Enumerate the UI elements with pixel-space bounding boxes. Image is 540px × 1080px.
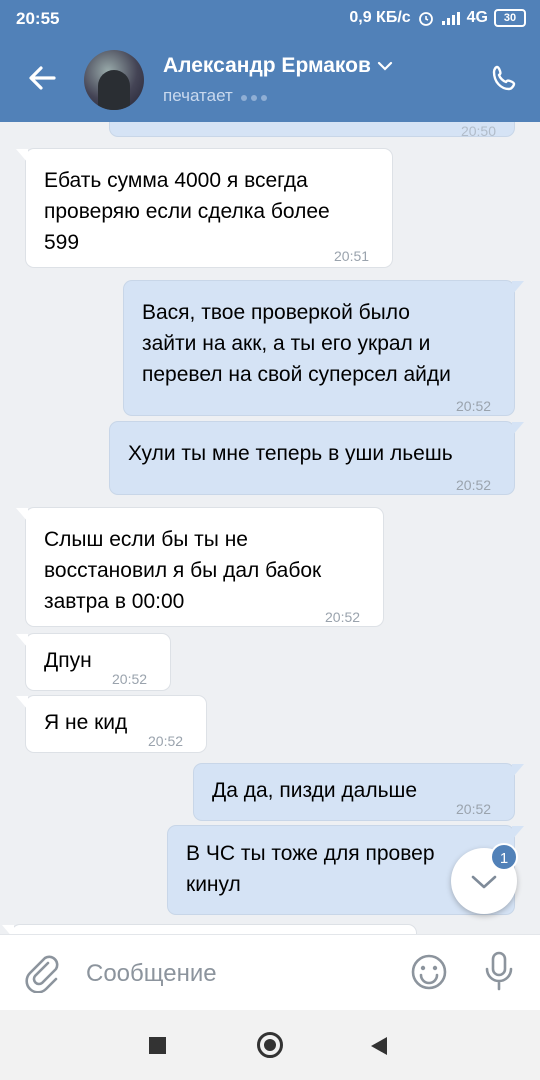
- typing-label: печатает: [163, 86, 233, 105]
- message-time: 20:52: [112, 671, 148, 687]
- contact-name: Александр Ермаков: [163, 54, 371, 77]
- chevron-down-icon: [471, 875, 497, 889]
- phone-icon[interactable]: [489, 64, 519, 94]
- message-bubble[interactable]: Хули ты мне теперь в уши льешь 20:52: [110, 422, 524, 494]
- typing-dots-icon: [240, 86, 271, 106]
- status-indicators: 0,9 КБ/с 4G 30: [349, 9, 526, 27]
- message-text: В ЧС ты тоже для провер кинул: [186, 842, 435, 896]
- message-time: 20:52: [456, 477, 492, 493]
- message-bubble[interactable]: Слыш если бы ты не восстановил я бы дал …: [16, 508, 383, 626]
- message-text: Слыш если бы ты не восстановил я бы дал …: [44, 528, 322, 613]
- chevron-down-icon: [377, 61, 393, 71]
- back-triangle-icon[interactable]: [371, 1037, 387, 1055]
- status-time: 20:55: [16, 9, 60, 28]
- message-time: 20:52: [148, 733, 184, 749]
- message-time: 20:52: [456, 398, 492, 414]
- message-text: Хули ты мне теперь в уши льешь: [128, 442, 453, 465]
- chat-header: 20:55 0,9 КБ/с 4G 30 Александр Ермаков п…: [0, 0, 540, 122]
- system-nav-bar: [0, 1010, 540, 1080]
- message-input[interactable]: [84, 953, 388, 995]
- message-text: Вася, твое проверкой было зайти на акк, …: [142, 301, 451, 386]
- battery-icon: 30: [494, 9, 526, 27]
- message-text: Дпун: [44, 649, 92, 672]
- smiley-icon[interactable]: [410, 953, 448, 991]
- message-bubble[interactable]: Дпун 20:52: [16, 634, 170, 690]
- composer-bar: [0, 934, 540, 1011]
- avatar[interactable]: [84, 50, 144, 110]
- network-speed: 0,9 КБ/с: [349, 9, 411, 26]
- status-bar: 20:55 0,9 КБ/с 4G 30: [0, 0, 540, 38]
- message-text: Ебать сумма 4000 я всегда проверяю если …: [44, 169, 330, 254]
- message-bubble[interactable]: Ебать сумма 4000 я всегда проверяю если …: [16, 149, 392, 267]
- paperclip-icon[interactable]: [24, 953, 60, 993]
- message-time: 20:51: [334, 248, 370, 264]
- recents-icon[interactable]: [149, 1037, 166, 1054]
- message-bubble[interactable]: 20:50: [110, 122, 514, 139]
- microphone-icon[interactable]: [484, 951, 514, 993]
- message-list[interactable]: 20:50 Ебать сумма 4000 я всегда проверяю…: [0, 122, 540, 934]
- message-text: Я не кид: [44, 711, 128, 734]
- message-time: 20:50: [460, 123, 496, 139]
- message-time: 20:52: [325, 609, 361, 625]
- message-bubble[interactable]: Да да, пизди дальше 20:52: [194, 764, 524, 820]
- typing-status: печатает: [163, 86, 271, 106]
- message-bubble[interactable]: [2, 925, 416, 934]
- message-text: Да да, пизди дальше: [212, 779, 418, 802]
- alarm-icon: [418, 12, 433, 26]
- message-bubble[interactable]: Я не кид 20:52: [16, 696, 206, 752]
- network-type: 4G: [466, 9, 488, 26]
- message-time: 20:52: [456, 801, 492, 817]
- message-bubble[interactable]: Вася, твое проверкой было зайти на акк, …: [124, 281, 524, 415]
- unread-badge: 1: [490, 843, 518, 871]
- home-icon[interactable]: [257, 1032, 283, 1058]
- contact-title[interactable]: Александр Ермаков: [163, 54, 393, 78]
- signal-icon: [441, 12, 460, 25]
- arrow-left-icon[interactable]: [26, 62, 58, 94]
